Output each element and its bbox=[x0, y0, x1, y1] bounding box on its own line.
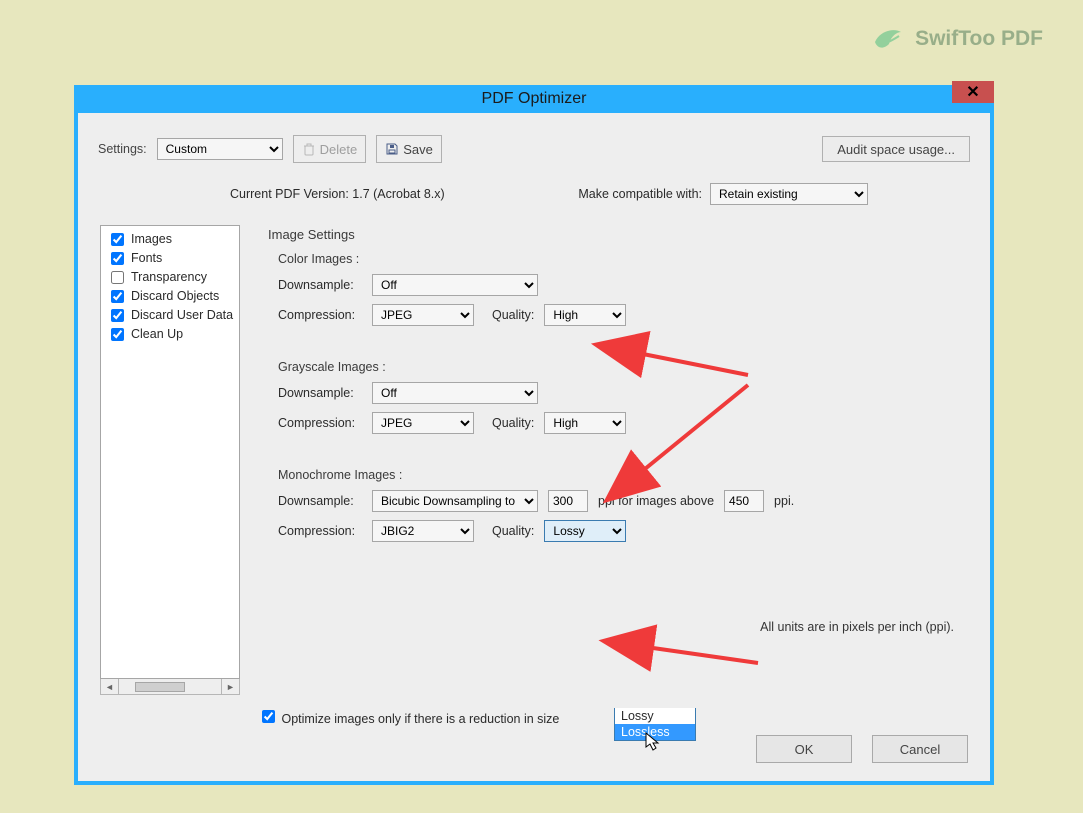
audit-space-button[interactable]: Audit space usage... bbox=[822, 136, 970, 162]
sidebar-item-label: Fonts bbox=[131, 249, 162, 268]
body: Images Fonts Transparency Discard Object… bbox=[78, 215, 990, 695]
monochrome-images-title: Monochrome Images : bbox=[278, 468, 968, 482]
gray-compression-select[interactable]: JPEG bbox=[372, 412, 474, 434]
color-compression-select[interactable]: JPEG bbox=[372, 304, 474, 326]
image-settings-heading: Image Settings bbox=[268, 227, 968, 242]
optimize-text: Optimize images only if there is a reduc… bbox=[281, 712, 559, 726]
sidebar-item-label: Discard Objects bbox=[131, 287, 219, 306]
color-quality-label: Quality: bbox=[492, 308, 534, 322]
settings-select[interactable]: Custom bbox=[157, 138, 283, 160]
delete-button[interactable]: Delete bbox=[293, 135, 367, 163]
sidebar-item-label: Images bbox=[131, 230, 172, 249]
audit-label: Audit space usage... bbox=[837, 142, 955, 157]
gray-quality-label: Quality: bbox=[492, 416, 534, 430]
brand-text: SwifToo PDF bbox=[915, 27, 1043, 51]
delete-label: Delete bbox=[320, 142, 358, 157]
settings-label: Settings: bbox=[98, 142, 147, 156]
cancel-button[interactable]: Cancel bbox=[872, 735, 968, 763]
scroll-right-icon[interactable]: ► bbox=[221, 679, 239, 694]
gray-downsample-select[interactable]: Off bbox=[372, 382, 538, 404]
color-compression-label: Compression: bbox=[278, 308, 362, 322]
dropdown-option-lossy[interactable]: Lossy bbox=[615, 708, 695, 724]
mono-quality-select[interactable]: Lossy bbox=[544, 520, 626, 542]
close-icon: ✕ bbox=[966, 82, 979, 102]
units-note: All units are in pixels per inch (ppi). bbox=[760, 620, 954, 634]
checkbox-images[interactable] bbox=[111, 233, 124, 246]
close-button[interactable]: ✕ bbox=[952, 81, 994, 103]
sidebar-item-images[interactable]: Images bbox=[107, 230, 233, 249]
checkbox-discard-objects[interactable] bbox=[111, 290, 124, 303]
color-downsample-label: Downsample: bbox=[278, 278, 362, 292]
mouse-cursor-icon bbox=[645, 732, 661, 752]
scroll-track[interactable] bbox=[119, 679, 221, 694]
grayscale-images-title: Grayscale Images : bbox=[278, 360, 968, 374]
footer: OK Cancel bbox=[756, 735, 968, 763]
compat-select[interactable]: Retain existing bbox=[710, 183, 868, 205]
mono-quality-label: Quality: bbox=[492, 524, 534, 538]
save-label: Save bbox=[403, 142, 433, 157]
info-row: Current PDF Version: 1.7 (Acrobat 8.x) M… bbox=[78, 169, 990, 215]
checkbox-discard-user-data[interactable] bbox=[111, 309, 124, 322]
trash-icon bbox=[302, 142, 316, 156]
compat-label: Make compatible with: bbox=[578, 187, 702, 201]
mono-ppi-between: ppi for images above bbox=[598, 494, 714, 508]
sidebar-item-label: Transparency bbox=[131, 268, 207, 287]
brand-watermark: SwifToo PDF bbox=[871, 24, 1043, 54]
sidebar: Images Fonts Transparency Discard Object… bbox=[100, 225, 240, 695]
gray-quality-select[interactable]: High bbox=[544, 412, 626, 434]
sidebar-item-discard-user-data[interactable]: Discard User Data bbox=[107, 306, 233, 325]
mono-ppi-suffix: ppi. bbox=[774, 494, 794, 508]
gray-compression-label: Compression: bbox=[278, 416, 362, 430]
optimize-check-label[interactable]: Optimize images only if there is a reduc… bbox=[258, 712, 559, 726]
ok-button[interactable]: OK bbox=[756, 735, 852, 763]
gray-downsample-label: Downsample: bbox=[278, 386, 362, 400]
checkbox-transparency[interactable] bbox=[111, 271, 124, 284]
toolbar-row: Settings: Custom Delete Save Audit space… bbox=[78, 113, 990, 169]
sidebar-list[interactable]: Images Fonts Transparency Discard Object… bbox=[100, 225, 240, 679]
optimize-row: Optimize images only if there is a reduc… bbox=[78, 695, 990, 726]
color-quality-select[interactable]: High bbox=[544, 304, 626, 326]
pdf-version-text: Current PDF Version: 1.7 (Acrobat 8.x) bbox=[230, 187, 445, 201]
monochrome-images-group: Monochrome Images : Downsample: Bicubic … bbox=[278, 468, 968, 542]
checkbox-fonts[interactable] bbox=[111, 252, 124, 265]
grayscale-images-group: Grayscale Images : Downsample: Off Compr… bbox=[278, 360, 968, 434]
checkbox-clean-up[interactable] bbox=[111, 328, 124, 341]
sidebar-item-label: Clean Up bbox=[131, 325, 183, 344]
mono-ppi-above-input[interactable] bbox=[724, 490, 764, 512]
mono-compression-label: Compression: bbox=[278, 524, 362, 538]
pdf-optimizer-window: PDF Optimizer ✕ Settings: Custom Delete … bbox=[74, 85, 994, 785]
sidebar-item-clean-up[interactable]: Clean Up bbox=[107, 325, 233, 344]
mono-compression-select[interactable]: JBIG2 bbox=[372, 520, 474, 542]
color-images-title: Color Images : bbox=[278, 252, 968, 266]
sidebar-item-fonts[interactable]: Fonts bbox=[107, 249, 233, 268]
color-downsample-select[interactable]: Off bbox=[372, 274, 538, 296]
sidebar-item-transparency[interactable]: Transparency bbox=[107, 268, 233, 287]
mono-ppi-input[interactable] bbox=[548, 490, 588, 512]
mono-downsample-label: Downsample: bbox=[278, 494, 362, 508]
color-images-group: Color Images : Downsample: Off Compressi… bbox=[278, 252, 968, 326]
floppy-icon bbox=[385, 142, 399, 156]
sidebar-item-discard-objects[interactable]: Discard Objects bbox=[107, 287, 233, 306]
titlebar: PDF Optimizer ✕ bbox=[78, 85, 990, 113]
mono-downsample-select[interactable]: Bicubic Downsampling to bbox=[372, 490, 538, 512]
sidebar-scrollbar[interactable]: ◄ ► bbox=[100, 679, 240, 695]
sidebar-item-label: Discard User Data bbox=[131, 306, 233, 325]
optimize-checkbox[interactable] bbox=[262, 710, 275, 723]
scroll-left-icon[interactable]: ◄ bbox=[101, 679, 119, 694]
main-panel: Image Settings Color Images : Downsample… bbox=[268, 225, 968, 695]
window-title: PDF Optimizer bbox=[482, 90, 587, 108]
brand-bird-icon bbox=[871, 24, 905, 54]
save-button[interactable]: Save bbox=[376, 135, 442, 163]
scroll-thumb[interactable] bbox=[135, 682, 185, 692]
